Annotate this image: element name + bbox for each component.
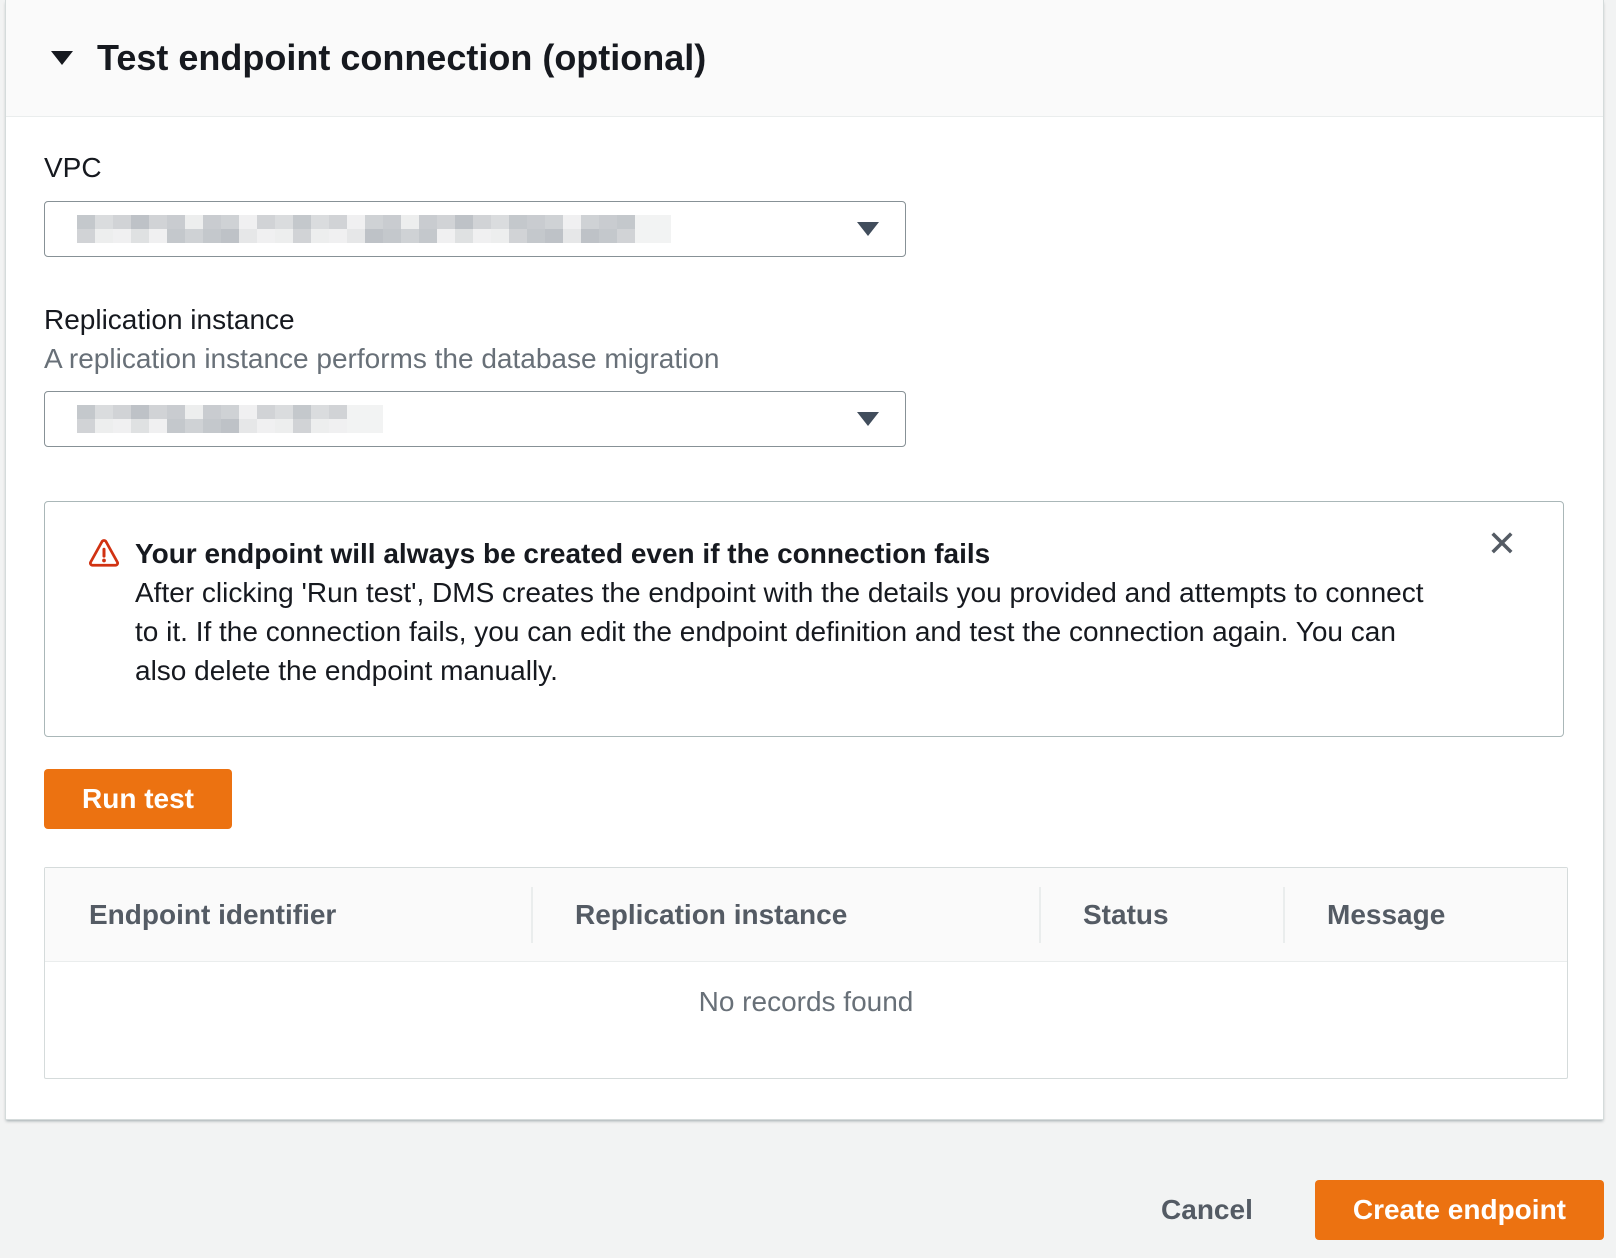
column-header-status: Status xyxy=(1039,899,1283,931)
form-footer: Cancel Create endpoint xyxy=(0,1180,1616,1240)
column-header-replication-instance: Replication instance xyxy=(531,899,1039,931)
table-header-row: Endpoint identifier Replication instance… xyxy=(45,868,1567,962)
alert-close-icon[interactable]: ✕ xyxy=(1487,526,1517,562)
section-title: Test endpoint connection (optional) xyxy=(97,37,706,79)
alert-title: Your endpoint will always be created eve… xyxy=(135,534,1443,573)
alert-body: After clicking 'Run test', DMS creates t… xyxy=(135,573,1443,690)
cancel-button[interactable]: Cancel xyxy=(1161,1194,1253,1226)
replication-instance-redacted-value xyxy=(77,405,383,433)
replication-instance-caret-down-icon xyxy=(857,412,879,426)
section-header-test-endpoint-connection[interactable]: Test endpoint connection (optional) xyxy=(6,0,1603,117)
column-header-message: Message xyxy=(1283,899,1567,931)
create-endpoint-button[interactable]: Create endpoint xyxy=(1315,1180,1604,1240)
vpc-select[interactable] xyxy=(44,201,906,257)
vpc-redacted-value xyxy=(77,215,671,243)
warning-alert: Your endpoint will always be created eve… xyxy=(44,501,1564,737)
vpc-caret-down-icon xyxy=(857,222,879,236)
table-empty-state: No records found xyxy=(45,962,1567,1078)
section-body: VPC Replication instance A replication i… xyxy=(6,117,1603,1119)
section-expand-caret-icon xyxy=(51,51,73,65)
replication-instance-label: Replication instance xyxy=(44,303,1563,337)
run-test-button[interactable]: Run test xyxy=(44,769,232,829)
column-header-endpoint-identifier: Endpoint identifier xyxy=(45,899,531,931)
warning-triangle-icon xyxy=(89,539,119,567)
replication-instance-description: A replication instance performs the data… xyxy=(44,343,1563,375)
test-endpoint-connection-panel: Test endpoint connection (optional) VPC … xyxy=(5,0,1604,1120)
test-results-table: Endpoint identifier Replication instance… xyxy=(44,867,1568,1079)
vpc-label: VPC xyxy=(44,151,1563,185)
replication-instance-select[interactable] xyxy=(44,391,906,447)
